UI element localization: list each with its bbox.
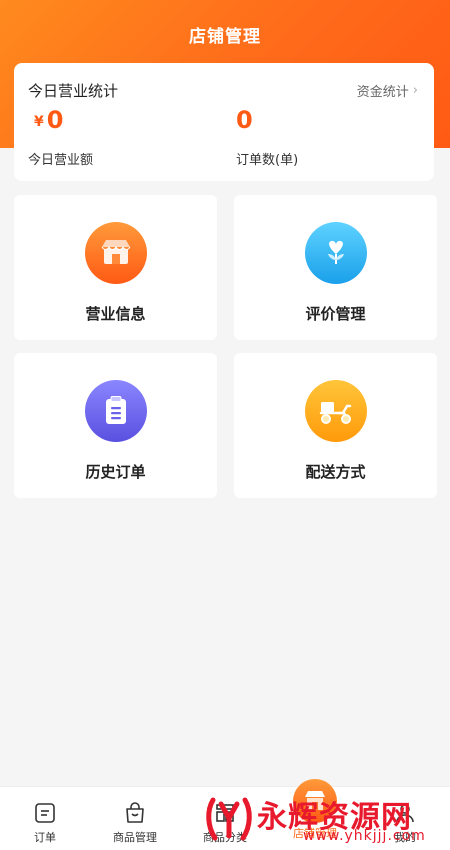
orders-label: 订单数(单) (236, 153, 299, 168)
scooter-icon (304, 380, 367, 442)
review-management-tile[interactable]: 评价管理 (234, 195, 437, 340)
currency-symbol: ¥ (34, 114, 44, 130)
tab-label: 商品分类 (203, 831, 247, 844)
fund-stats-label: 资金统计 (356, 85, 409, 100)
clipboard-icon (84, 380, 147, 442)
business-info-tile[interactable]: 营业信息 (14, 195, 217, 340)
user-icon (393, 801, 417, 825)
shopping-bag-icon (123, 801, 147, 825)
orders-value: 0 (236, 106, 253, 134)
tab-product-category[interactable]: 商品分类 (180, 787, 270, 850)
stats-title: 今日营业统计 (28, 82, 119, 100)
revenue-value: ¥0 (34, 106, 63, 134)
storefront-icon (84, 222, 147, 284)
tile-label: 评价管理 (305, 305, 366, 323)
tab-label: 我的 (394, 831, 416, 844)
delivery-method-tile[interactable]: 配送方式 (234, 353, 437, 498)
tab-label: 商品管理 (113, 831, 157, 844)
category-icon (213, 801, 237, 825)
tab-label: 店铺管理 (293, 827, 337, 840)
chevron-right-icon: › (412, 83, 418, 98)
tile-label: 历史订单 (85, 463, 146, 481)
heart-flower-icon (304, 222, 367, 284)
revenue-amount: 0 (46, 106, 64, 134)
fund-stats-link[interactable]: 资金统计 › (357, 81, 418, 100)
tab-store-management[interactable]: 店铺管理 (270, 779, 360, 850)
today-stats-card: 今日营业统计 资金统计 › ¥0 0 今日营业额 订单数(单) (14, 63, 434, 181)
tab-product-management[interactable]: 商品管理 (90, 787, 180, 850)
order-history-tile[interactable]: 历史订单 (14, 353, 217, 498)
tab-profile[interactable]: 我的 (360, 787, 450, 850)
page-title: 店铺管理 (189, 27, 261, 47)
tile-label: 配送方式 (305, 463, 366, 481)
tile-label: 营业信息 (85, 305, 146, 323)
revenue-label: 今日营业额 (28, 153, 94, 168)
tab-label: 订单 (34, 831, 56, 844)
bottom-tab-bar: 订单 商品管理 商品分类 店铺管理 我的 (0, 779, 450, 850)
tab-orders[interactable]: 订单 (0, 787, 90, 850)
store-icon (293, 779, 337, 823)
order-icon (33, 801, 57, 825)
